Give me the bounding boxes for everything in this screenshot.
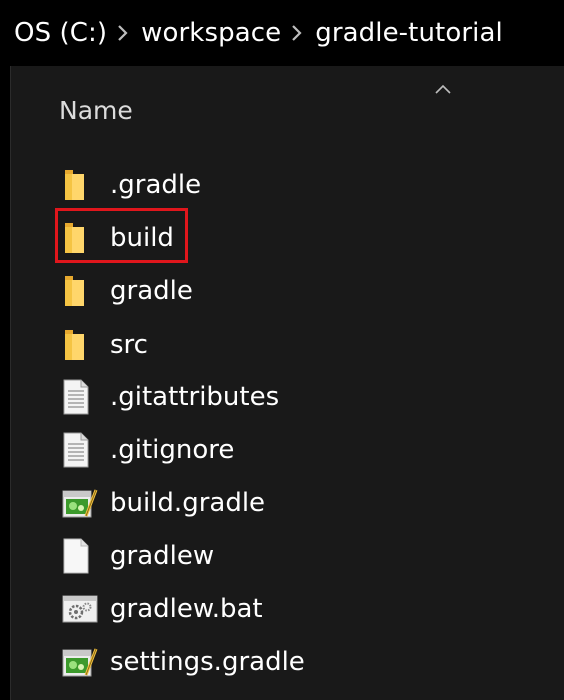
breadcrumb-item-gradle-tutorial[interactable]: gradle-tutorial [315,18,503,48]
file-name: build.gradle [110,488,266,518]
text-file-icon [56,428,100,472]
file-name: build [110,223,174,253]
file-explorer-window: OS (C:) workspace gradle-tutorial Name .… [0,0,564,700]
file-name: .gitattributes [110,382,280,412]
file-row[interactable]: gradlew [56,531,214,581]
file-name: gradlew [110,541,215,571]
breadcrumb-item-drive[interactable]: OS (C:) [14,18,107,48]
pane-divider[interactable] [10,66,11,700]
batch-file-icon [56,587,100,631]
file-name: settings.gradle [110,647,305,677]
file-row[interactable]: gradle [56,266,193,316]
sort-ascending-icon [434,80,452,94]
column-header-name[interactable]: Name [59,96,133,125]
file-name: gradle [110,276,193,306]
breadcrumb-item-workspace[interactable]: workspace [141,18,281,48]
file-row[interactable]: build [56,213,174,263]
folder-icon [56,216,100,260]
file-row[interactable]: build.gradle [56,478,265,528]
folder-icon [56,269,100,313]
file-name: .gitignore [110,435,235,465]
navigation-pane-edge [0,66,10,700]
text-file-icon [56,375,100,419]
file-row[interactable]: gradlew.bat [56,584,263,634]
file-name: gradlew.bat [110,594,263,624]
folder-icon [56,163,100,207]
gradle-script-icon [56,640,100,684]
file-row[interactable]: .gitattributes [56,372,279,422]
file-row[interactable]: settings.gradle [56,637,305,687]
file-row[interactable]: .gitignore [56,425,234,475]
file-name: src [110,330,148,360]
folder-icon [56,323,100,367]
file-row[interactable]: .gradle [56,160,201,210]
blank-file-icon [56,534,100,578]
file-row[interactable]: src [56,320,148,370]
breadcrumb: OS (C:) workspace gradle-tutorial [0,0,564,66]
file-name: .gradle [110,170,202,200]
gradle-script-icon [56,481,100,525]
chevron-right-icon[interactable] [281,23,315,43]
chevron-right-icon[interactable] [107,23,141,43]
